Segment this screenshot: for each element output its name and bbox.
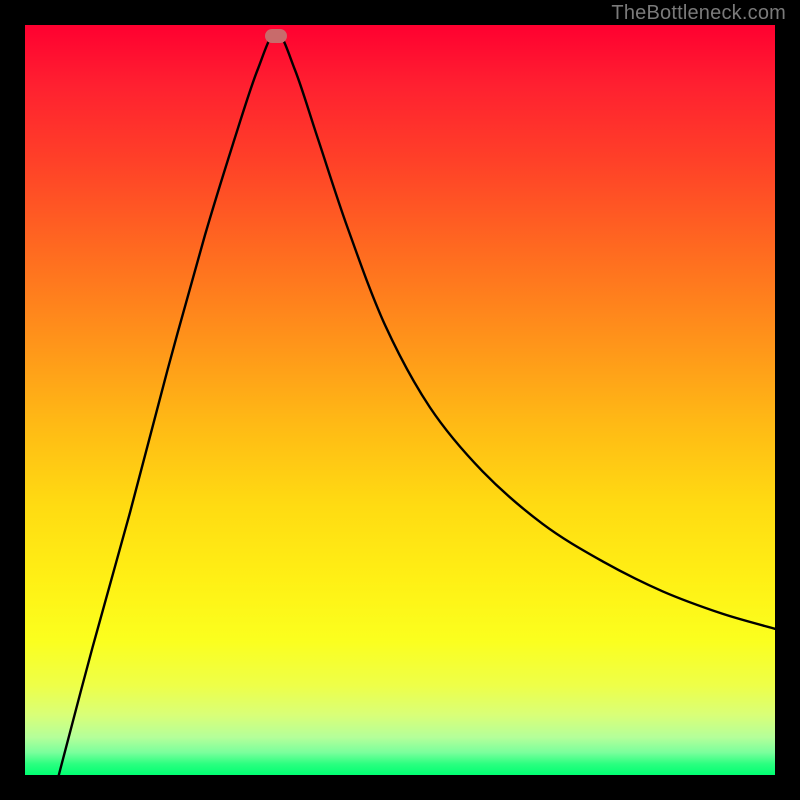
minimum-marker [265, 29, 287, 43]
plot-area [25, 25, 775, 775]
chart-frame: TheBottleneck.com [0, 0, 800, 800]
bottleneck-curve [59, 33, 775, 776]
curve-layer [25, 25, 775, 775]
watermark-label: TheBottleneck.com [611, 2, 786, 25]
